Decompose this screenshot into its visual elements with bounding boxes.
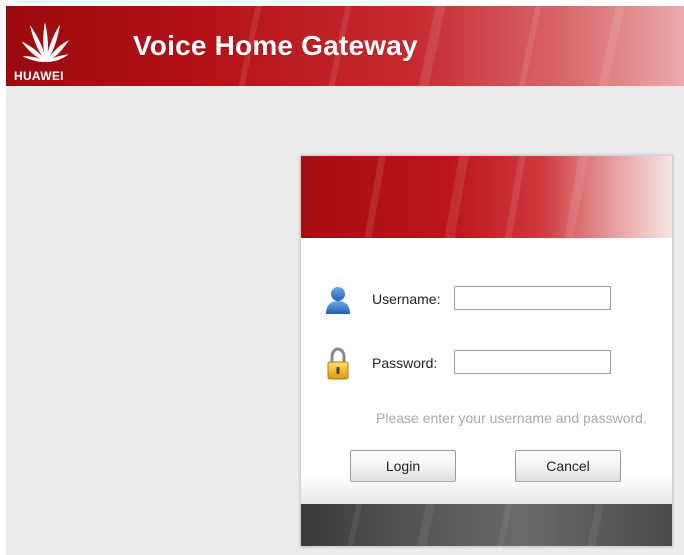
username-label: Username:	[372, 291, 441, 307]
page: HUAWEI Voice Home Gateway Username: Pass…	[0, 0, 684, 555]
login-panel-footer	[301, 504, 672, 546]
username-input[interactable]	[454, 286, 611, 310]
login-hint: Please enter your username and password.	[376, 410, 647, 426]
login-panel-banner	[301, 156, 672, 238]
login-panel-fade	[301, 476, 672, 504]
page-title: Voice Home Gateway	[133, 30, 418, 61]
login-panel: Username: Password: Please enter your us…	[300, 155, 673, 547]
header-banner: HUAWEI Voice Home Gateway	[6, 6, 684, 86]
password-input[interactable]	[454, 350, 611, 374]
password-label: Password:	[372, 355, 438, 371]
password-row: Password:	[301, 344, 672, 384]
user-icon	[326, 287, 350, 314]
lock-icon	[327, 347, 349, 380]
username-row: Username:	[301, 280, 672, 320]
brand-name: HUAWEI	[14, 69, 64, 83]
